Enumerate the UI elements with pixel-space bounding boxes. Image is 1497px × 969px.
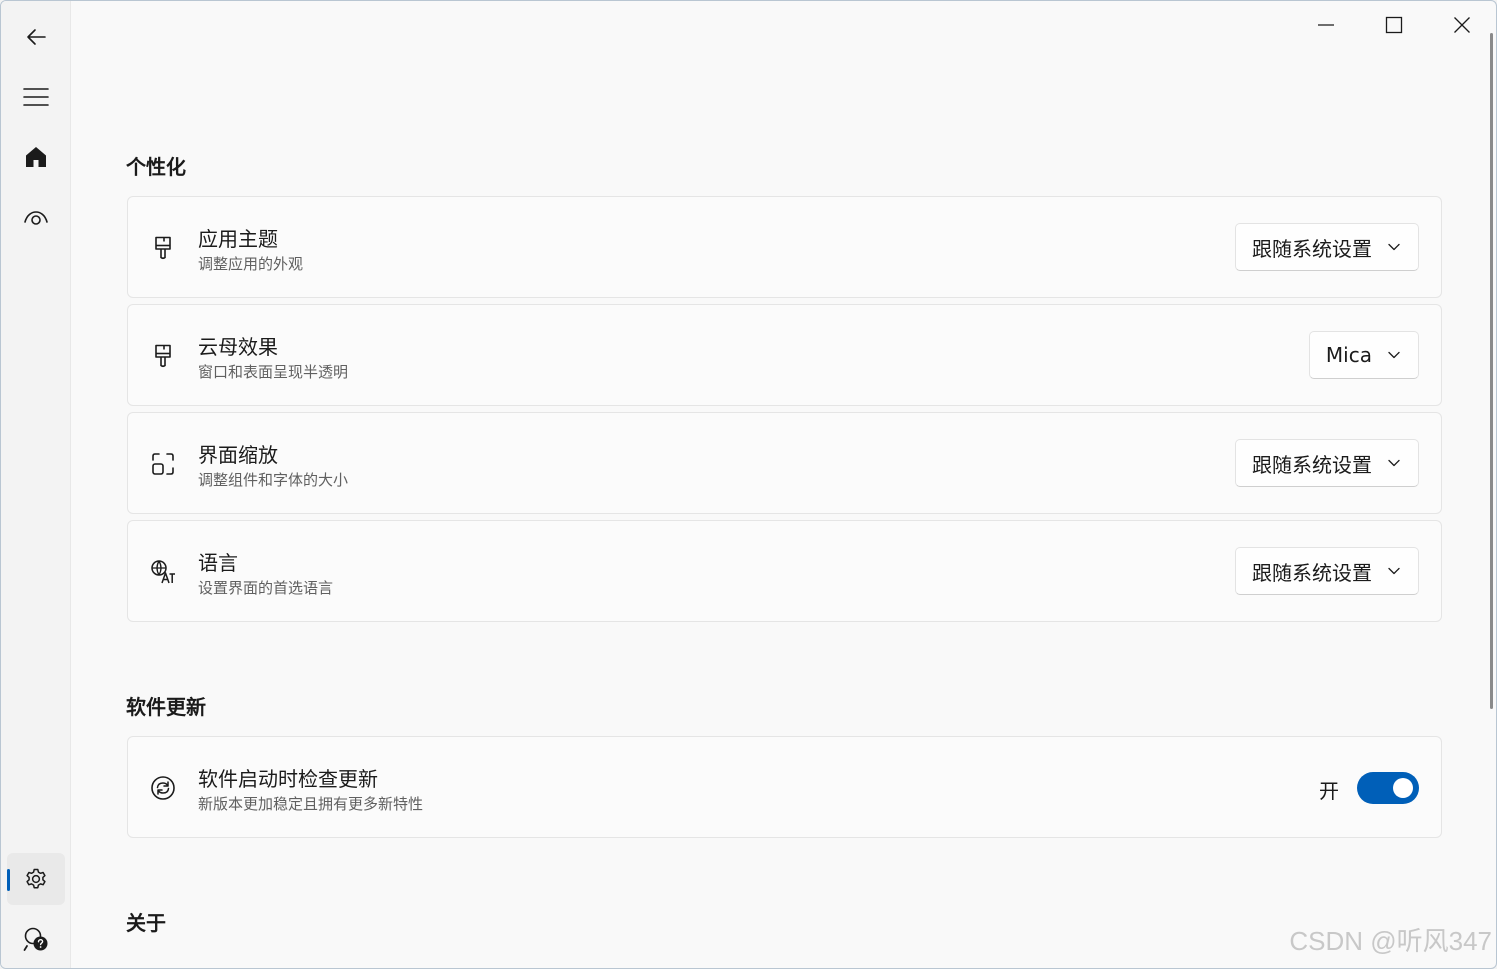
nav-item-view[interactable] <box>7 191 65 243</box>
minimize-icon <box>1318 24 1334 26</box>
menu-icon <box>23 88 49 106</box>
section-title-about: 关于 <box>126 911 166 935</box>
setting-card-ui-scaling: 界面缩放 调整组件和字体的大小 跟随系统设置 <box>127 412 1442 514</box>
maximize-button[interactable] <box>1371 5 1417 45</box>
setting-card-language: 语言 设置界面的首选语言 跟随系统设置 <box>127 520 1442 622</box>
nav-item-help[interactable] <box>7 913 65 965</box>
mica-combobox[interactable]: Mica <box>1308 331 1419 379</box>
eye-icon <box>24 211 48 225</box>
maximize-icon <box>1385 16 1403 34</box>
combobox-value: Mica <box>1325 343 1372 367</box>
vertical-scrollbar[interactable] <box>1490 33 1493 709</box>
chevron-down-icon <box>1388 351 1400 359</box>
brush-icon <box>150 343 176 369</box>
chevron-down-icon <box>1388 459 1400 467</box>
selection-indicator <box>7 869 10 891</box>
settings-gear-icon <box>26 868 46 889</box>
language-icon <box>150 559 176 585</box>
back-button[interactable] <box>7 11 65 63</box>
setting-card-app-theme: 应用主题 调整应用的外观 跟随系统设置 <box>127 196 1442 298</box>
section-title-personalization: 个性化 <box>126 155 186 179</box>
brush-icon <box>150 235 176 261</box>
app-window: 个性化 应用主题 调整应用的外观 跟随系统设置 云母效果 窗口和表面呈现半透明 … <box>0 0 1497 969</box>
toggle-state-label: 开 <box>1319 779 1339 803</box>
nav-item-home[interactable] <box>7 131 65 183</box>
chevron-down-icon <box>1388 567 1400 575</box>
setting-title: 应用主题 <box>198 227 278 251</box>
watermark: CSDN @听风347 <box>1289 926 1492 956</box>
nav-item-settings[interactable] <box>7 853 65 905</box>
help-search-icon <box>23 927 48 951</box>
setting-description: 窗口和表面呈现半透明 <box>198 363 349 381</box>
setting-description: 新版本更加稳定且拥有更多新特性 <box>198 795 424 813</box>
setting-description: 调整组件和字体的大小 <box>198 471 349 489</box>
settings-content: 个性化 应用主题 调整应用的外观 跟随系统设置 云母效果 窗口和表面呈现半透明 … <box>71 1 1496 968</box>
setting-card-mica-effect: 云母效果 窗口和表面呈现半透明 Mica <box>127 304 1442 406</box>
minimize-button[interactable] <box>1303 5 1349 45</box>
navigation-rail <box>1 1 71 968</box>
theme-combobox[interactable]: 跟随系统设置 <box>1235 223 1419 271</box>
menu-button[interactable] <box>7 71 65 123</box>
setting-description: 调整应用的外观 <box>198 255 304 273</box>
language-combobox[interactable]: 跟随系统设置 <box>1235 547 1419 595</box>
chevron-down-icon <box>1388 243 1400 251</box>
setting-card-check-update: 软件启动时检查更新 新版本更加稳定且拥有更多新特性 开 <box>127 736 1442 838</box>
zoom-icon <box>150 451 176 477</box>
combobox-value: 跟随系统设置 <box>1252 560 1372 585</box>
home-icon <box>26 147 46 167</box>
combobox-value: 跟随系统设置 <box>1252 452 1372 477</box>
setting-description: 设置界面的首选语言 <box>198 579 334 597</box>
close-icon <box>1454 17 1470 33</box>
sync-icon <box>150 775 176 801</box>
setting-title: 云母效果 <box>198 335 278 359</box>
setting-title: 软件启动时检查更新 <box>198 767 378 791</box>
check-update-toggle[interactable] <box>1357 772 1419 804</box>
section-title-update: 软件更新 <box>126 695 206 719</box>
scaling-combobox[interactable]: 跟随系统设置 <box>1235 439 1419 487</box>
combobox-value: 跟随系统设置 <box>1252 236 1372 261</box>
back-icon <box>27 29 46 45</box>
setting-title: 语言 <box>198 551 238 575</box>
setting-title: 界面缩放 <box>198 443 278 467</box>
toggle-knob <box>1393 778 1413 798</box>
close-button[interactable] <box>1439 5 1485 45</box>
